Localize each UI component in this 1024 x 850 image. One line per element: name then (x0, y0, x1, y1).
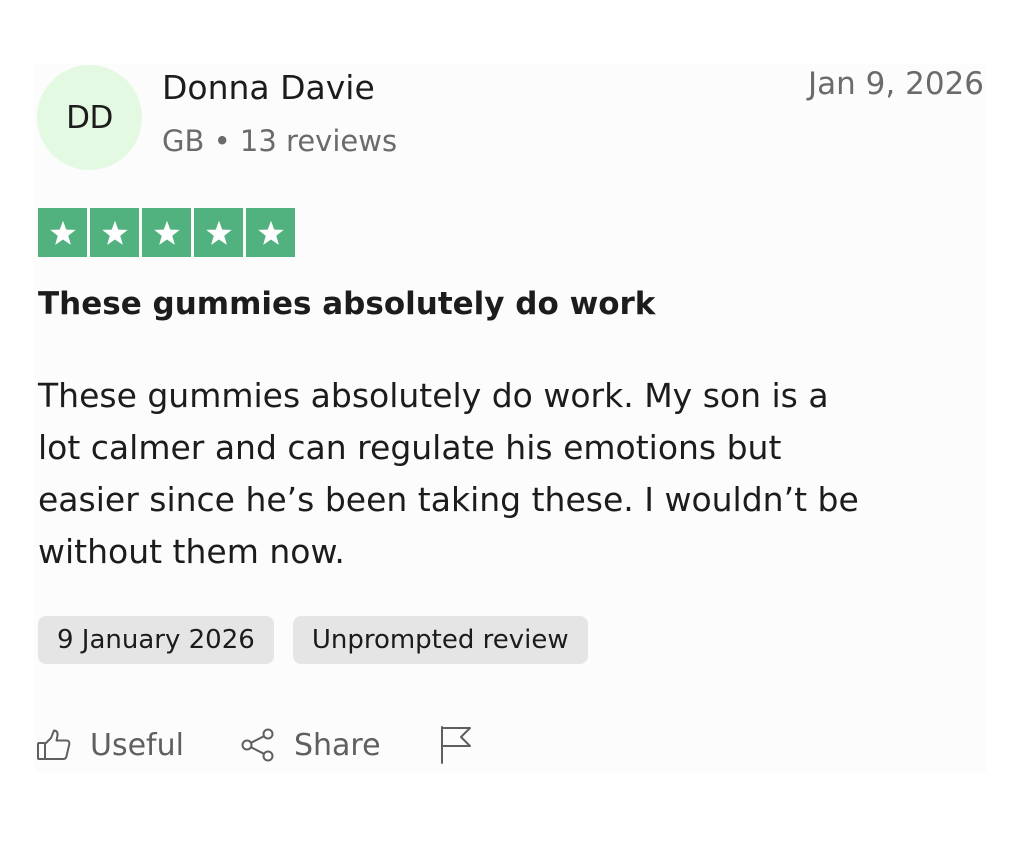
star-3 (142, 208, 191, 257)
star-icon (205, 220, 232, 245)
reviewer-country: GB (162, 124, 205, 158)
share-icon (240, 727, 276, 763)
unprompted-review-tag[interactable]: Unprompted review (292, 616, 588, 664)
star-icon (257, 220, 284, 245)
review-date: Jan 9, 2026 (808, 66, 984, 102)
star-icon (101, 220, 128, 245)
share-label: Share (293, 727, 381, 763)
review-actions: Useful Share (36, 720, 473, 770)
report-button[interactable] (439, 725, 473, 765)
star-4 (194, 208, 243, 257)
star-5 (246, 208, 295, 257)
review-tags: 9 January 2026 Unprompted review (38, 616, 588, 664)
review-title[interactable]: These gummies absolutely do work (38, 286, 655, 322)
flag-icon (439, 725, 473, 765)
meta-separator: • (213, 124, 231, 158)
thumbs-up-icon (36, 728, 72, 762)
avatar[interactable]: DD (37, 65, 142, 170)
useful-label: Useful (90, 727, 184, 763)
useful-button[interactable]: Useful (36, 728, 184, 763)
star-rating (38, 208, 295, 257)
share-button[interactable]: Share (240, 727, 381, 763)
reviewer-meta: GB • 13 reviews (162, 124, 397, 158)
avatar-initials: DD (66, 99, 113, 136)
star-icon (153, 220, 180, 245)
review-body: These gummies absolutely do work. My son… (38, 376, 859, 571)
star-1 (38, 208, 87, 257)
experience-date-tag: 9 January 2026 (38, 616, 274, 664)
star-2 (90, 208, 139, 257)
star-icon (49, 220, 76, 245)
reviewer-name[interactable]: Donna Davie (162, 68, 375, 107)
reviewer-review-count: 13 reviews (239, 124, 398, 158)
